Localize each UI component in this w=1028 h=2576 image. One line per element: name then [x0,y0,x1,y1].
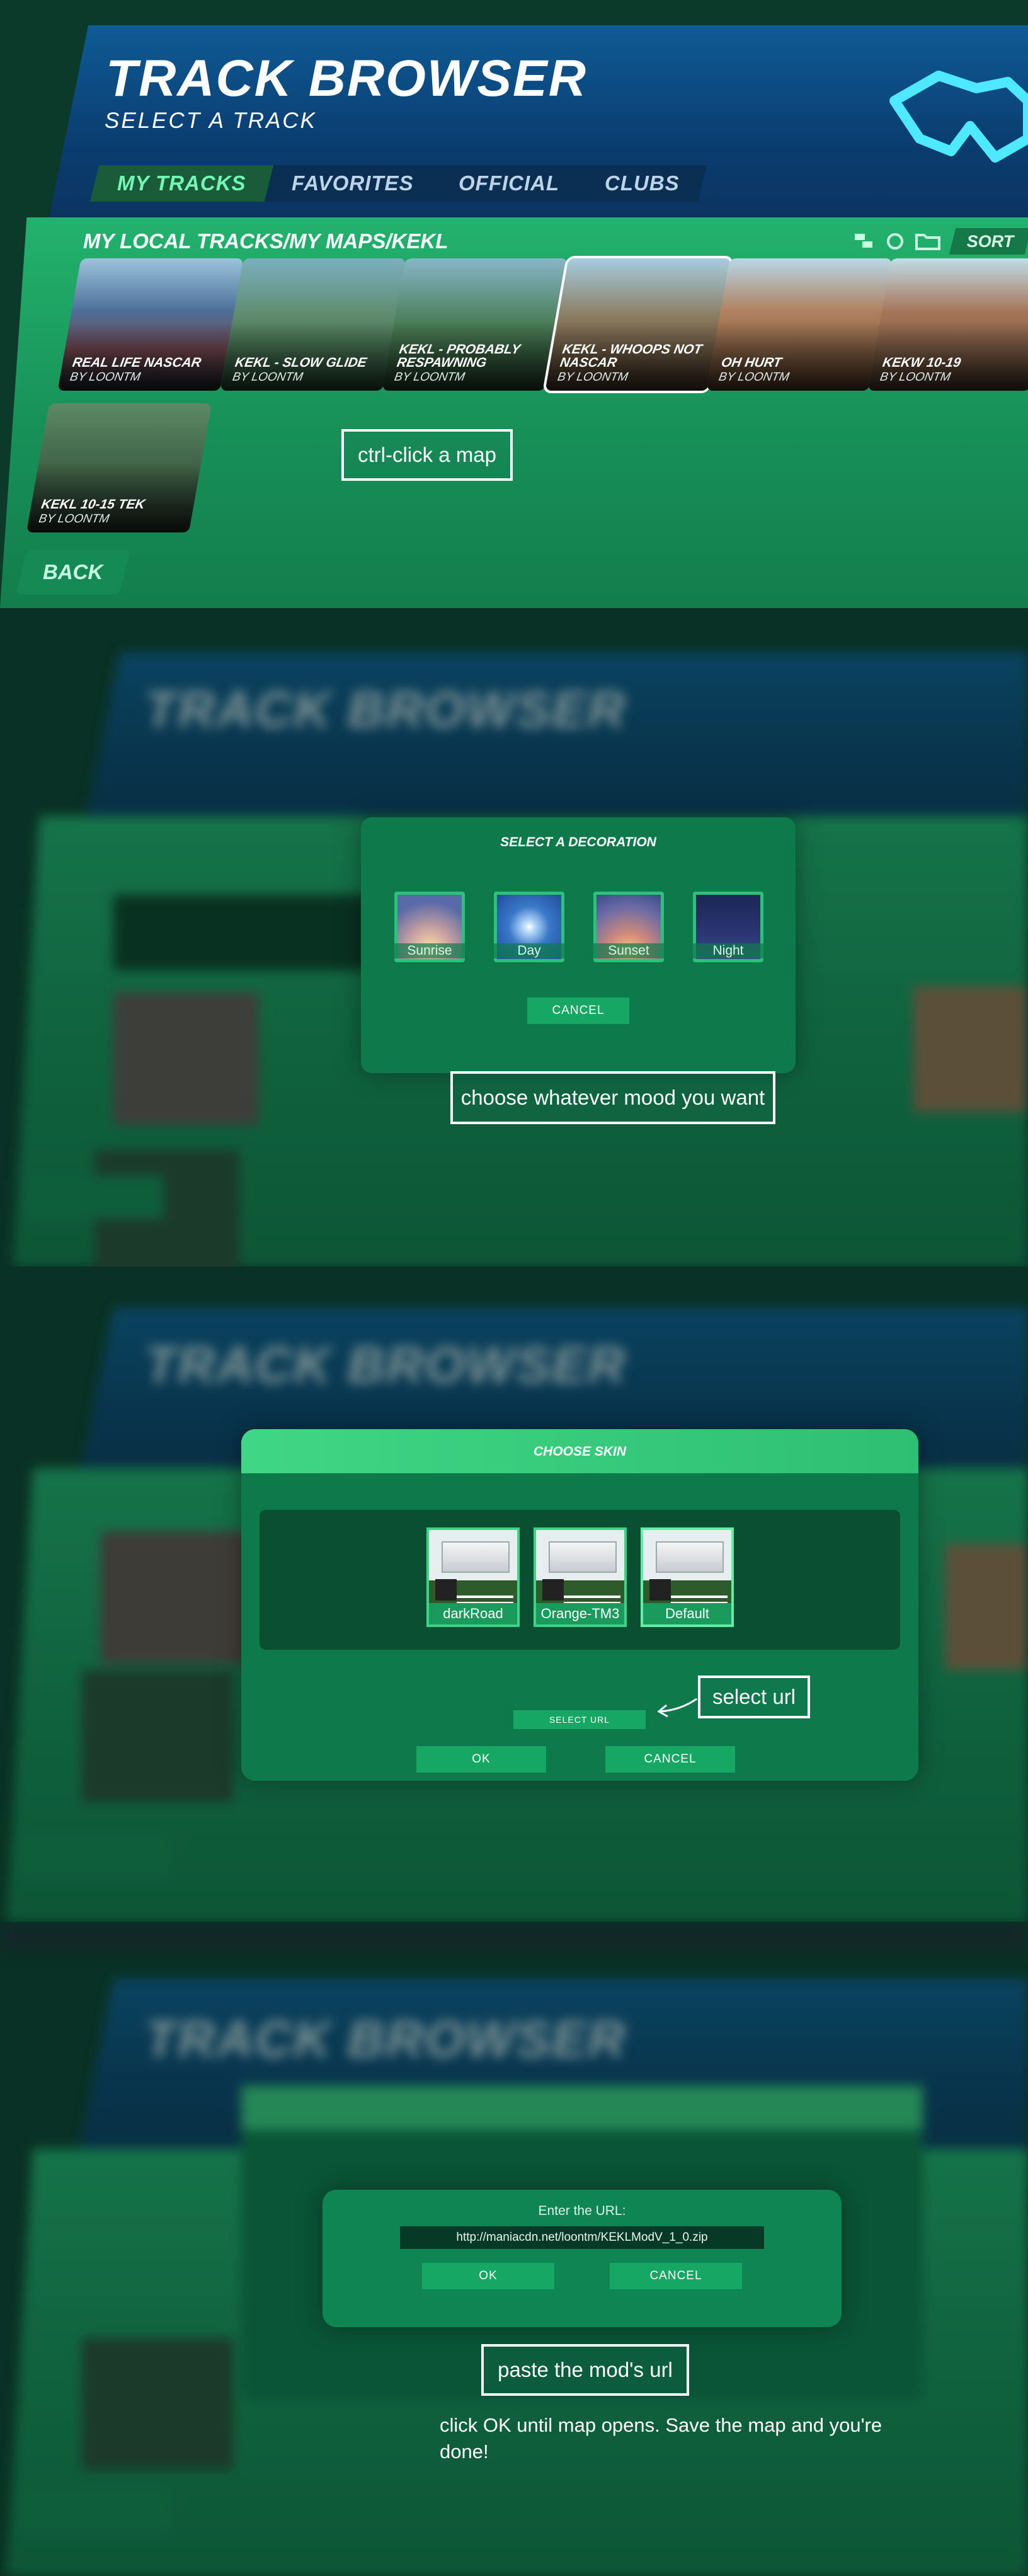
decoration-option-sunset[interactable]: Sunset [593,892,664,962]
ok-button[interactable]: OK [422,2263,554,2289]
step-1-panel: TRACK BROWSER SELECT A TRACK MY TRACKS F… [0,0,1028,608]
map-card[interactable]: OH HURT BY LOONTM [706,258,893,391]
step-2-panel: TRACK BROWSER SELECT A DECORATION Sunris… [0,608,1028,1267]
url-input[interactable]: http://maniacdn.net/loontm/KEKLModV_1_0.… [400,2226,764,2249]
decoration-option-day[interactable]: Day [494,892,564,962]
track-logo-icon [889,71,1028,163]
tab-clubs[interactable]: CLUBS [578,165,707,202]
tab-favorites[interactable]: FAVORITES [264,165,440,202]
step-3-panel: TRACK BROWSER CHOOSE SKIN darkRoad Orang… [0,1267,1028,1922]
decoration-dialog: SELECT A DECORATION Sunrise Day Sunset N… [361,817,796,1073]
arrow-icon [657,1698,697,1718]
map-card[interactable]: REAL LIFE NASCAR BY LOONTM [57,258,244,391]
decoration-option-sunrise[interactable]: Sunrise [394,892,465,962]
map-card[interactable]: KEKL 10-15 TEK BY LOONTM [26,403,212,532]
page-title: TRACK BROWSER [106,50,587,107]
skin-dialog: CHOOSE SKIN darkRoad Orange-TM3 Default … [241,1429,918,1781]
dialog-title: SELECT A DECORATION [500,835,656,849]
view-icons [855,233,940,250]
back-button[interactable]: BACK [16,550,130,594]
tab-my-tracks[interactable]: MY TRACKS [89,165,273,202]
instruction-note-paste-url: paste the mod's url [481,2344,689,2396]
skin-option-default[interactable]: Default [641,1527,734,1627]
instruction-note-mood: choose whatever mood you want [450,1071,775,1124]
step-4-panel: TRACK BROWSER Enter the URL: http://mani… [0,1922,1028,2576]
map-card[interactable]: KEKL - PROBABLY RESPAWNING BY LOONTM [382,258,568,391]
dialog-title: CHOOSE SKIN [533,1444,627,1459]
cancel-button[interactable]: CANCEL [605,1746,735,1773]
url-prompt: Enter the URL: [538,2204,626,2218]
decoration-option-night[interactable]: Night [693,892,763,962]
tab-official[interactable]: OFFICIAL [431,165,587,202]
page-subtitle: SELECT A TRACK [105,108,317,133]
ok-button[interactable]: OK [416,1746,546,1773]
map-card[interactable]: KEKW 10-19 BY LOONTM [867,258,1028,391]
map-card-selected[interactable]: KEKL - WHOOPS NOT NASCAR BY LOONTM [542,256,734,393]
cancel-button[interactable]: CANCEL [527,998,629,1024]
instruction-note-finish: click OK until map opens. Save the map a… [440,2414,882,2463]
folder-path: MY LOCAL TRACKS/MY MAPS/KEKL [83,229,448,253]
map-card[interactable]: KEKL - SLOW GLIDE BY LOONTM [220,258,406,391]
instruction-note-ctrl-click: ctrl-click a map [341,429,513,481]
url-dialog: Enter the URL: http://maniacdn.net/loont… [323,2190,842,2327]
cancel-button[interactable]: CANCEL [610,2263,742,2289]
sort-button[interactable]: SORT [949,228,1028,255]
tab-bar: MY TRACKS FAVORITES OFFICIAL CLUBS [89,165,707,202]
select-url-button[interactable]: SELECT URL [513,1710,646,1729]
skin-option-orange-tm3[interactable]: Orange-TM3 [534,1527,627,1627]
skin-option-darkroad[interactable]: darkRoad [426,1527,520,1627]
instruction-note-select-url: select url [698,1676,810,1718]
